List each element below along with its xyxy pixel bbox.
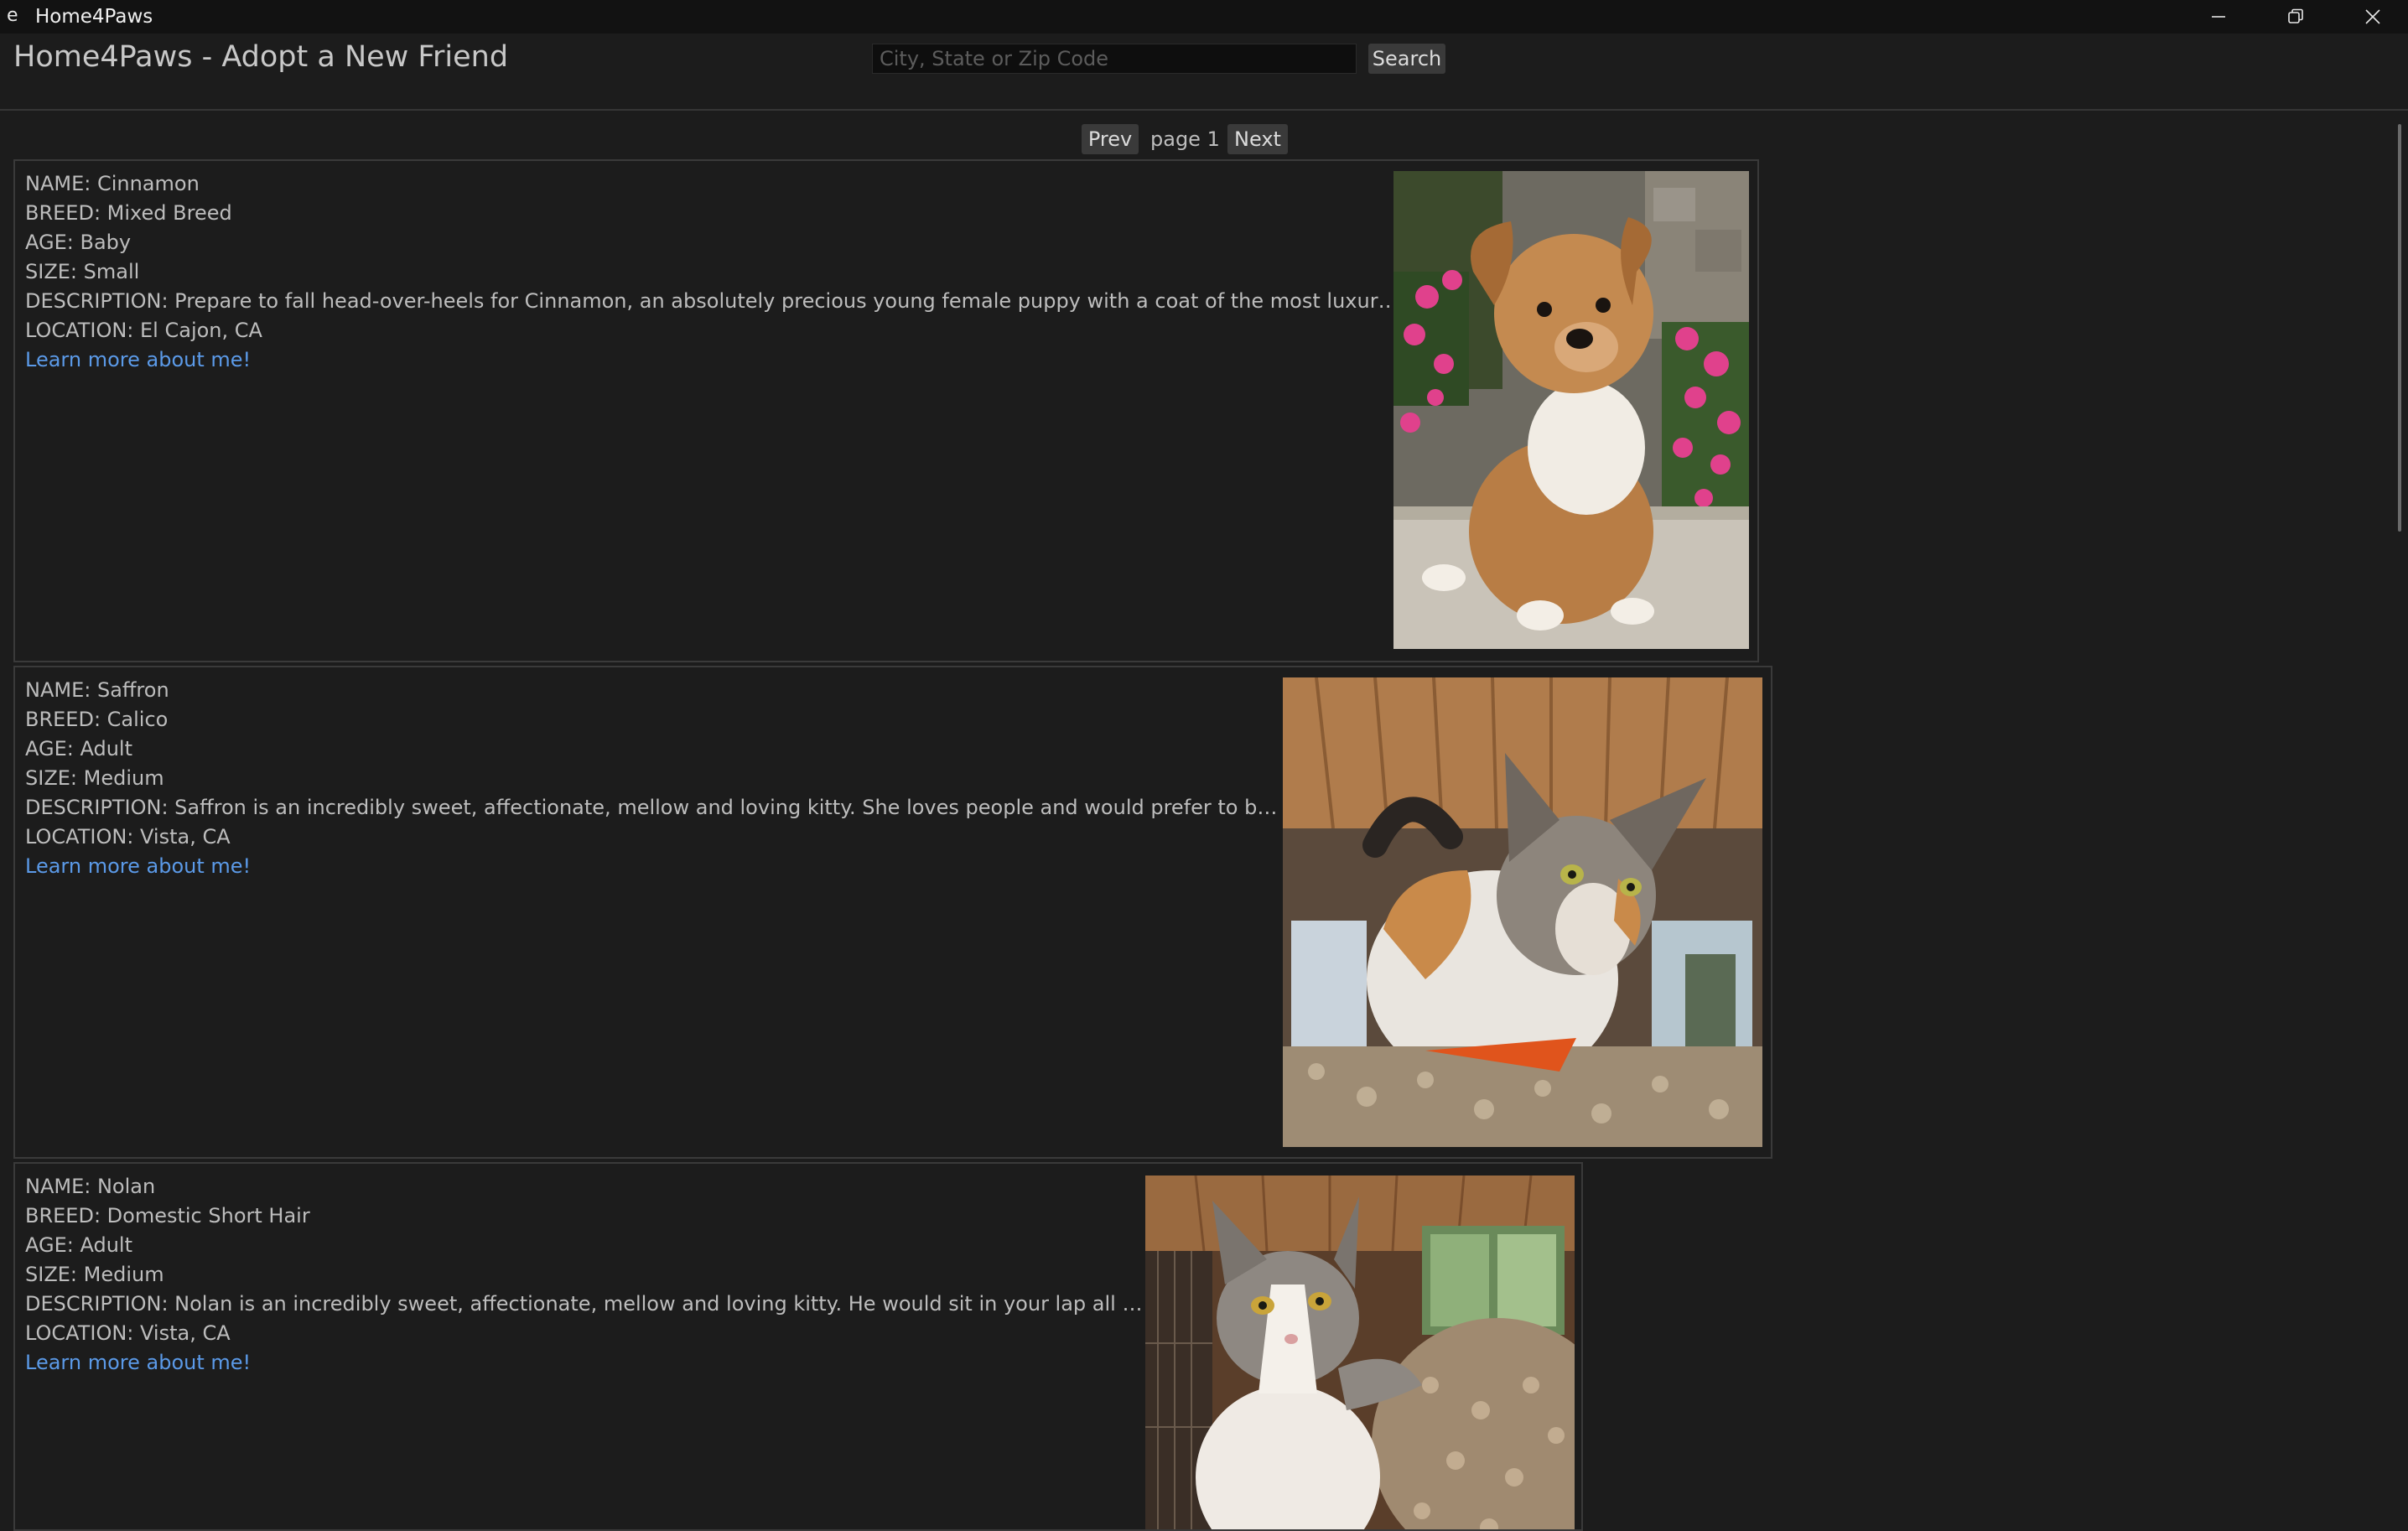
pet-name: NAME: Nolan xyxy=(25,1175,156,1198)
pet-details: NAME: Saffron BREED: Calico AGE: Adult S… xyxy=(25,676,1288,881)
gray-white-cat-photo xyxy=(1145,1175,1575,1529)
learn-more-link[interactable]: Learn more about me! xyxy=(25,852,1288,881)
pet-description: DESCRIPTION: Nolan is an incredibly swee… xyxy=(25,1292,1149,1316)
pet-details: NAME: Nolan BREED: Domestic Short Hair A… xyxy=(25,1172,1149,1378)
pet-size: SIZE: Medium xyxy=(25,1263,164,1286)
pet-description: DESCRIPTION: Prepare to fall head-over-h… xyxy=(25,289,1400,313)
pet-card-cinnamon: NAME: Cinnamon BREED: Mixed Breed AGE: B… xyxy=(13,159,1759,662)
learn-more-link[interactable]: Learn more about me! xyxy=(25,345,1400,375)
restore-icon xyxy=(2288,8,2303,23)
pet-name: NAME: Cinnamon xyxy=(25,172,200,195)
pet-name: NAME: Saffron xyxy=(25,678,169,702)
pet-card-saffron: NAME: Saffron BREED: Calico AGE: Adult S… xyxy=(13,666,1772,1159)
pet-age: AGE: Baby xyxy=(25,231,132,254)
search-button[interactable]: Search xyxy=(1368,44,1445,74)
close-icon xyxy=(2365,9,2380,24)
window-title: Home4Paws xyxy=(35,6,153,28)
app-icon: e xyxy=(7,5,18,26)
minimize-icon xyxy=(2212,16,2225,18)
pet-breed: BREED: Domestic Short Hair xyxy=(25,1204,310,1227)
scrollbar-thumb[interactable] xyxy=(2398,124,2401,532)
close-button[interactable] xyxy=(2334,0,2408,34)
puppy-photo xyxy=(1393,171,1749,649)
prev-page-button[interactable]: Prev xyxy=(1082,124,1139,154)
window-titlebar: e Home4Paws xyxy=(0,0,2408,34)
pet-age: AGE: Adult xyxy=(25,1233,132,1257)
page-title: Home4Paws - Adopt a New Friend xyxy=(13,40,509,74)
restore-button[interactable] xyxy=(2257,0,2334,34)
pet-location: LOCATION: Vista, CA xyxy=(25,1321,231,1345)
pet-location: LOCATION: El Cajon, CA xyxy=(25,319,262,342)
calico-cat-photo xyxy=(1283,677,1762,1147)
minimize-button[interactable] xyxy=(2180,0,2257,34)
page-indicator: page 1 xyxy=(1150,127,1220,151)
pet-description: DESCRIPTION: Saffron is an incredibly sw… xyxy=(25,796,1288,819)
pet-location: LOCATION: Vista, CA xyxy=(25,825,231,849)
pet-details: NAME: Cinnamon BREED: Mixed Breed AGE: B… xyxy=(25,169,1400,375)
pet-breed: BREED: Calico xyxy=(25,708,169,731)
pet-size: SIZE: Small xyxy=(25,260,140,283)
pet-age: AGE: Adult xyxy=(25,737,132,760)
pet-breed: BREED: Mixed Breed xyxy=(25,201,232,225)
pet-card-nolan: NAME: Nolan BREED: Domestic Short Hair A… xyxy=(13,1162,1583,1531)
next-page-button[interactable]: Next xyxy=(1227,124,1288,154)
learn-more-link[interactable]: Learn more about me! xyxy=(25,1348,1149,1378)
search-input[interactable] xyxy=(872,44,1357,74)
pet-size: SIZE: Medium xyxy=(25,766,164,790)
